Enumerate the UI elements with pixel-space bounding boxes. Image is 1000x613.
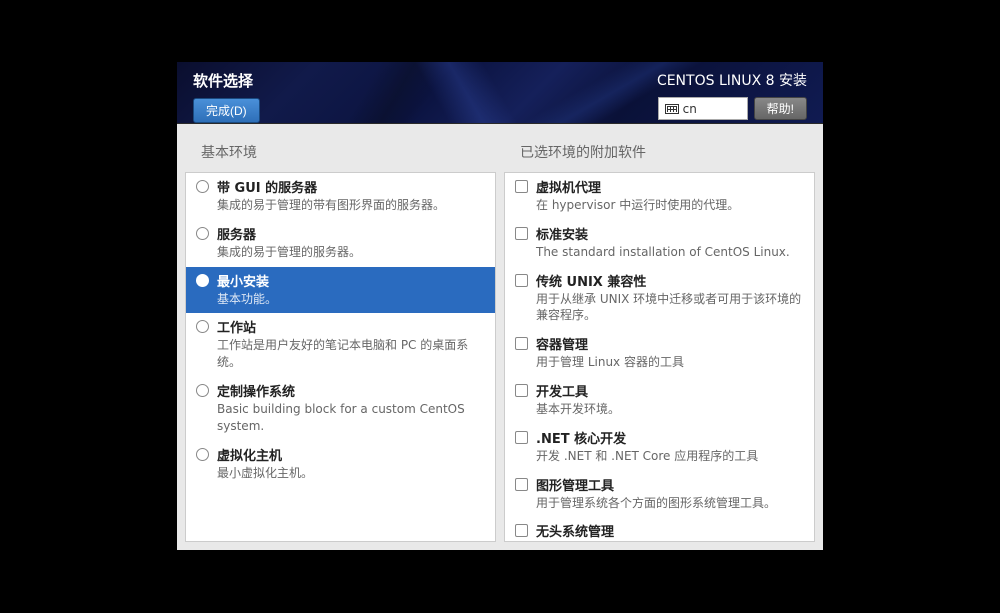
checkbox-icon bbox=[515, 180, 528, 193]
environment-option[interactable]: 最小安装基本功能。 bbox=[186, 267, 495, 314]
base-environment-header: 基本环境 bbox=[185, 124, 496, 172]
option-desc: 基本开发环境。 bbox=[536, 401, 804, 418]
option-label: 开发工具 bbox=[536, 381, 804, 400]
option-desc: 最小虚拟化主机。 bbox=[217, 465, 485, 482]
addon-option[interactable]: 标准安装The standard installation of CentOS … bbox=[505, 220, 814, 267]
radio-icon bbox=[196, 274, 209, 287]
checkbox-icon bbox=[515, 337, 528, 350]
checkbox-icon bbox=[515, 384, 528, 397]
page-title: 软件选择 bbox=[193, 70, 260, 91]
addon-option[interactable]: 开发工具基本开发环境。 bbox=[505, 377, 814, 424]
option-label: 最小安装 bbox=[217, 271, 485, 290]
option-label: 图形管理工具 bbox=[536, 475, 804, 494]
option-label: 带 GUI 的服务器 bbox=[217, 177, 485, 196]
addon-option[interactable]: 虚拟机代理在 hypervisor 中运行时使用的代理。 bbox=[505, 173, 814, 220]
checkbox-icon bbox=[515, 227, 528, 240]
checkbox-icon bbox=[515, 274, 528, 287]
option-label: 工作站 bbox=[217, 317, 485, 336]
base-environment-list[interactable]: 带 GUI 的服务器集成的易于管理的带有图形界面的服务器。服务器集成的易于管理的… bbox=[185, 172, 496, 542]
option-desc: 用于从继承 UNIX 环境中迁移或者可用于该环境的兼容程序。 bbox=[536, 291, 804, 325]
option-label: 无头系统管理 bbox=[536, 521, 804, 540]
radio-icon bbox=[196, 384, 209, 397]
keyboard-icon bbox=[665, 104, 679, 114]
environment-option[interactable]: 工作站工作站是用户友好的笔记本电脑和 PC 的桌面系统。 bbox=[186, 313, 495, 377]
option-desc: The standard installation of CentOS Linu… bbox=[536, 244, 804, 261]
help-button[interactable]: 帮助! bbox=[754, 97, 807, 120]
installer-window: 软件选择 完成(D) CENTOS LINUX 8 安装 cn 帮助! 基本环境… bbox=[177, 62, 823, 550]
addon-option[interactable]: 图形管理工具用于管理系统各个方面的图形系统管理工具。 bbox=[505, 471, 814, 518]
option-desc: 集成的易于管理的带有图形界面的服务器。 bbox=[217, 197, 485, 214]
titlebar: 软件选择 完成(D) CENTOS LINUX 8 安装 cn 帮助! bbox=[177, 62, 823, 124]
keyboard-layout-label: cn bbox=[683, 102, 697, 116]
option-desc: Basic building block for a custom CentOS… bbox=[217, 401, 485, 435]
option-label: .NET 核心开发 bbox=[536, 428, 804, 447]
radio-icon bbox=[196, 320, 209, 333]
environment-option[interactable]: 服务器集成的易于管理的服务器。 bbox=[186, 220, 495, 267]
option-desc: 基本功能。 bbox=[217, 291, 485, 308]
radio-icon bbox=[196, 227, 209, 240]
option-label: 标准安装 bbox=[536, 224, 804, 243]
radio-icon bbox=[196, 448, 209, 461]
install-title: CENTOS LINUX 8 安装 bbox=[657, 70, 807, 90]
done-button[interactable]: 完成(D) bbox=[193, 98, 260, 123]
option-desc: 用于管理系统各个方面的图形系统管理工具。 bbox=[536, 495, 804, 512]
option-desc: 开发 .NET 和 .NET Core 应用程序的工具 bbox=[536, 448, 804, 465]
option-label: 虚拟化主机 bbox=[217, 445, 485, 464]
option-desc: 用于管理 Linux 容器的工具 bbox=[536, 354, 804, 371]
addon-option[interactable]: 容器管理用于管理 Linux 容器的工具 bbox=[505, 330, 814, 377]
addon-option[interactable]: 传统 UNIX 兼容性用于从继承 UNIX 环境中迁移或者可用于该环境的兼容程序… bbox=[505, 267, 814, 331]
base-environment-pane: 基本环境 带 GUI 的服务器集成的易于管理的带有图形界面的服务器。服务器集成的… bbox=[185, 124, 496, 542]
addons-pane: 已选环境的附加软件 虚拟机代理在 hypervisor 中运行时使用的代理。标准… bbox=[504, 124, 815, 542]
checkbox-icon bbox=[515, 524, 528, 537]
option-label: 容器管理 bbox=[536, 334, 804, 353]
option-desc: 工作站是用户友好的笔记本电脑和 PC 的桌面系统。 bbox=[217, 337, 485, 371]
radio-icon bbox=[196, 180, 209, 193]
addon-option[interactable]: .NET 核心开发开发 .NET 和 .NET Core 应用程序的工具 bbox=[505, 424, 814, 471]
environment-option[interactable]: 定制操作系统Basic building block for a custom … bbox=[186, 377, 495, 441]
option-desc: 管理没有附加图形显示终端的系统。 bbox=[536, 541, 804, 542]
option-desc: 集成的易于管理的服务器。 bbox=[217, 244, 485, 261]
option-label: 服务器 bbox=[217, 224, 485, 243]
option-label: 虚拟机代理 bbox=[536, 177, 804, 196]
keyboard-layout-indicator[interactable]: cn bbox=[658, 97, 748, 120]
environment-option[interactable]: 带 GUI 的服务器集成的易于管理的带有图形界面的服务器。 bbox=[186, 173, 495, 220]
checkbox-icon bbox=[515, 431, 528, 444]
addons-list[interactable]: 虚拟机代理在 hypervisor 中运行时使用的代理。标准安装The stan… bbox=[504, 172, 815, 542]
checkbox-icon bbox=[515, 478, 528, 491]
option-label: 定制操作系统 bbox=[217, 381, 485, 400]
option-label: 传统 UNIX 兼容性 bbox=[536, 271, 804, 290]
environment-option[interactable]: 虚拟化主机最小虚拟化主机。 bbox=[186, 441, 495, 488]
addon-option[interactable]: 无头系统管理管理没有附加图形显示终端的系统。 bbox=[505, 517, 814, 542]
option-desc: 在 hypervisor 中运行时使用的代理。 bbox=[536, 197, 804, 214]
addons-header: 已选环境的附加软件 bbox=[504, 124, 815, 172]
